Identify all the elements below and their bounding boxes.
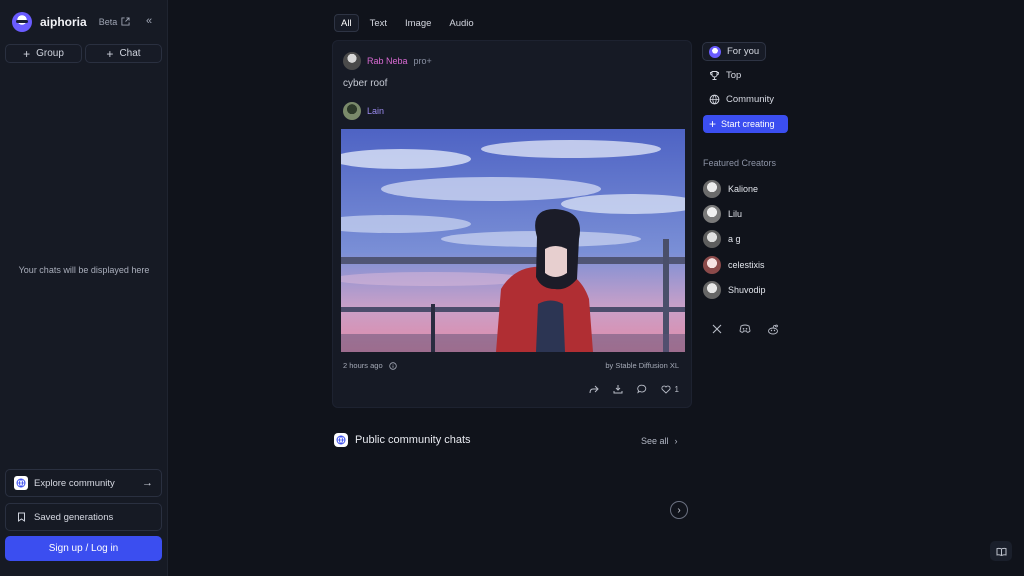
pro-badge: pro+	[413, 56, 432, 66]
creator-item[interactable]: a g	[703, 230, 741, 248]
nav-community-label: Community	[726, 94, 775, 105]
creator-name: celestixis	[728, 260, 765, 270]
carousel-next-button[interactable]: ›	[670, 501, 688, 519]
creator-avatar	[703, 256, 721, 274]
creator-name: Shuvodip	[728, 285, 766, 295]
model-credit: by Stable Diffusion XL	[605, 361, 679, 370]
plus-icon: +	[106, 46, 114, 61]
post-timestamp: 2 hours ago	[343, 361, 397, 370]
tab-image[interactable]: Image	[398, 14, 438, 32]
creator-name: Kalione	[728, 184, 759, 194]
explore-community-button[interactable]: Explore community →	[5, 469, 162, 497]
tab-audio[interactable]: Audio	[442, 14, 480, 32]
start-creating-button[interactable]: + Start creating	[703, 115, 788, 133]
creator-item[interactable]: celestixis	[703, 256, 765, 274]
chevron-right-icon: ›	[674, 436, 678, 446]
heart-icon	[661, 385, 671, 394]
tab-text[interactable]: Text	[363, 14, 394, 32]
info-icon[interactable]	[388, 361, 397, 370]
brand-name: aiphoria	[40, 15, 87, 29]
creator-avatar	[703, 281, 721, 299]
saved-generations-label: Saved generations	[34, 511, 114, 523]
creator-item[interactable]: Kalione	[703, 180, 758, 198]
download-icon[interactable]	[613, 384, 623, 394]
signup-login-button[interactable]: Sign up / Log in	[5, 536, 162, 561]
nav-for-you[interactable]: For you	[702, 42, 767, 61]
creator-avatar	[703, 205, 721, 223]
creator-avatar	[703, 180, 721, 198]
post-author-name[interactable]: Rab Neba	[367, 56, 408, 66]
share-icon[interactable]	[589, 384, 599, 394]
community-chats-header: Public community chats	[334, 433, 471, 447]
sidebar: aiphoria Beta « + Group + Chat Your chat…	[0, 0, 168, 576]
book-icon	[996, 547, 1007, 556]
new-chat-button[interactable]: + Chat	[85, 44, 162, 63]
post-prompt: cyber roof	[343, 78, 388, 89]
see-all-label: See all	[641, 436, 669, 446]
creator-avatar	[703, 230, 721, 248]
discord-icon[interactable]	[739, 323, 751, 335]
brand[interactable]: aiphoria Beta	[12, 10, 131, 34]
like-button[interactable]: 1	[661, 385, 679, 394]
for-you-avatar-icon	[709, 45, 721, 58]
beta-badge: Beta	[98, 17, 118, 27]
arrow-right-icon: →	[142, 477, 153, 489]
chevron-right-icon: ›	[677, 504, 681, 516]
comment-icon[interactable]	[636, 384, 647, 394]
explore-community-label: Explore community	[34, 477, 115, 489]
start-creating-label: Start creating	[721, 119, 775, 129]
saved-generations-button[interactable]: Saved generations	[5, 503, 162, 531]
author-avatar[interactable]	[343, 52, 361, 70]
external-link-icon[interactable]	[121, 17, 131, 27]
see-all-link[interactable]: See all ›	[641, 436, 678, 446]
creator-name: Lilu	[728, 209, 743, 219]
trophy-icon	[708, 70, 720, 82]
content-type-tabs: All Text Image Audio	[334, 14, 481, 32]
plus-icon: +	[709, 117, 717, 131]
community-globe-icon	[334, 433, 348, 447]
creator-item[interactable]: Shuvodip	[703, 281, 766, 299]
collapse-sidebar-icon[interactable]: «	[142, 14, 156, 28]
timestamp-text: 2 hours ago	[343, 361, 383, 370]
social-links	[711, 323, 779, 335]
community-chats-title: Public community chats	[355, 434, 471, 446]
nav-top-label: Top	[726, 70, 742, 81]
like-count: 1	[674, 384, 679, 394]
docs-book-button[interactable]	[990, 541, 1012, 561]
globe-icon	[708, 94, 720, 106]
x-twitter-icon[interactable]	[711, 323, 723, 335]
nav-for-you-label: For you	[727, 46, 760, 57]
post-header: Rab Neba pro+	[343, 52, 432, 70]
new-group-label: Group	[36, 48, 64, 59]
bookmark-icon	[14, 510, 28, 524]
featured-creators-title: Featured Creators	[703, 158, 777, 168]
brand-logo-icon	[12, 12, 32, 32]
nav-community[interactable]: Community	[702, 90, 780, 109]
empty-chats-message: Your chats will be displayed here	[18, 265, 150, 275]
creator-item[interactable]: Lilu	[703, 205, 742, 223]
plus-icon: +	[23, 46, 31, 61]
generated-image[interactable]	[341, 129, 685, 352]
reply-author-name[interactable]: Lain	[367, 106, 384, 116]
reddit-icon[interactable]	[767, 323, 779, 335]
tab-all[interactable]: All	[334, 14, 359, 32]
new-chat-label: Chat	[119, 48, 141, 59]
nav-top[interactable]: Top	[702, 66, 747, 85]
reply-avatar[interactable]	[343, 102, 361, 120]
creator-name: a g	[728, 234, 741, 244]
new-group-button[interactable]: + Group	[5, 44, 82, 63]
globe-icon	[14, 476, 28, 490]
post-card: Rab Neba pro+ cyber roof Lain 2 hours ag…	[332, 40, 692, 408]
post-actions: 1	[589, 384, 679, 394]
reply-header: Lain	[343, 102, 384, 120]
